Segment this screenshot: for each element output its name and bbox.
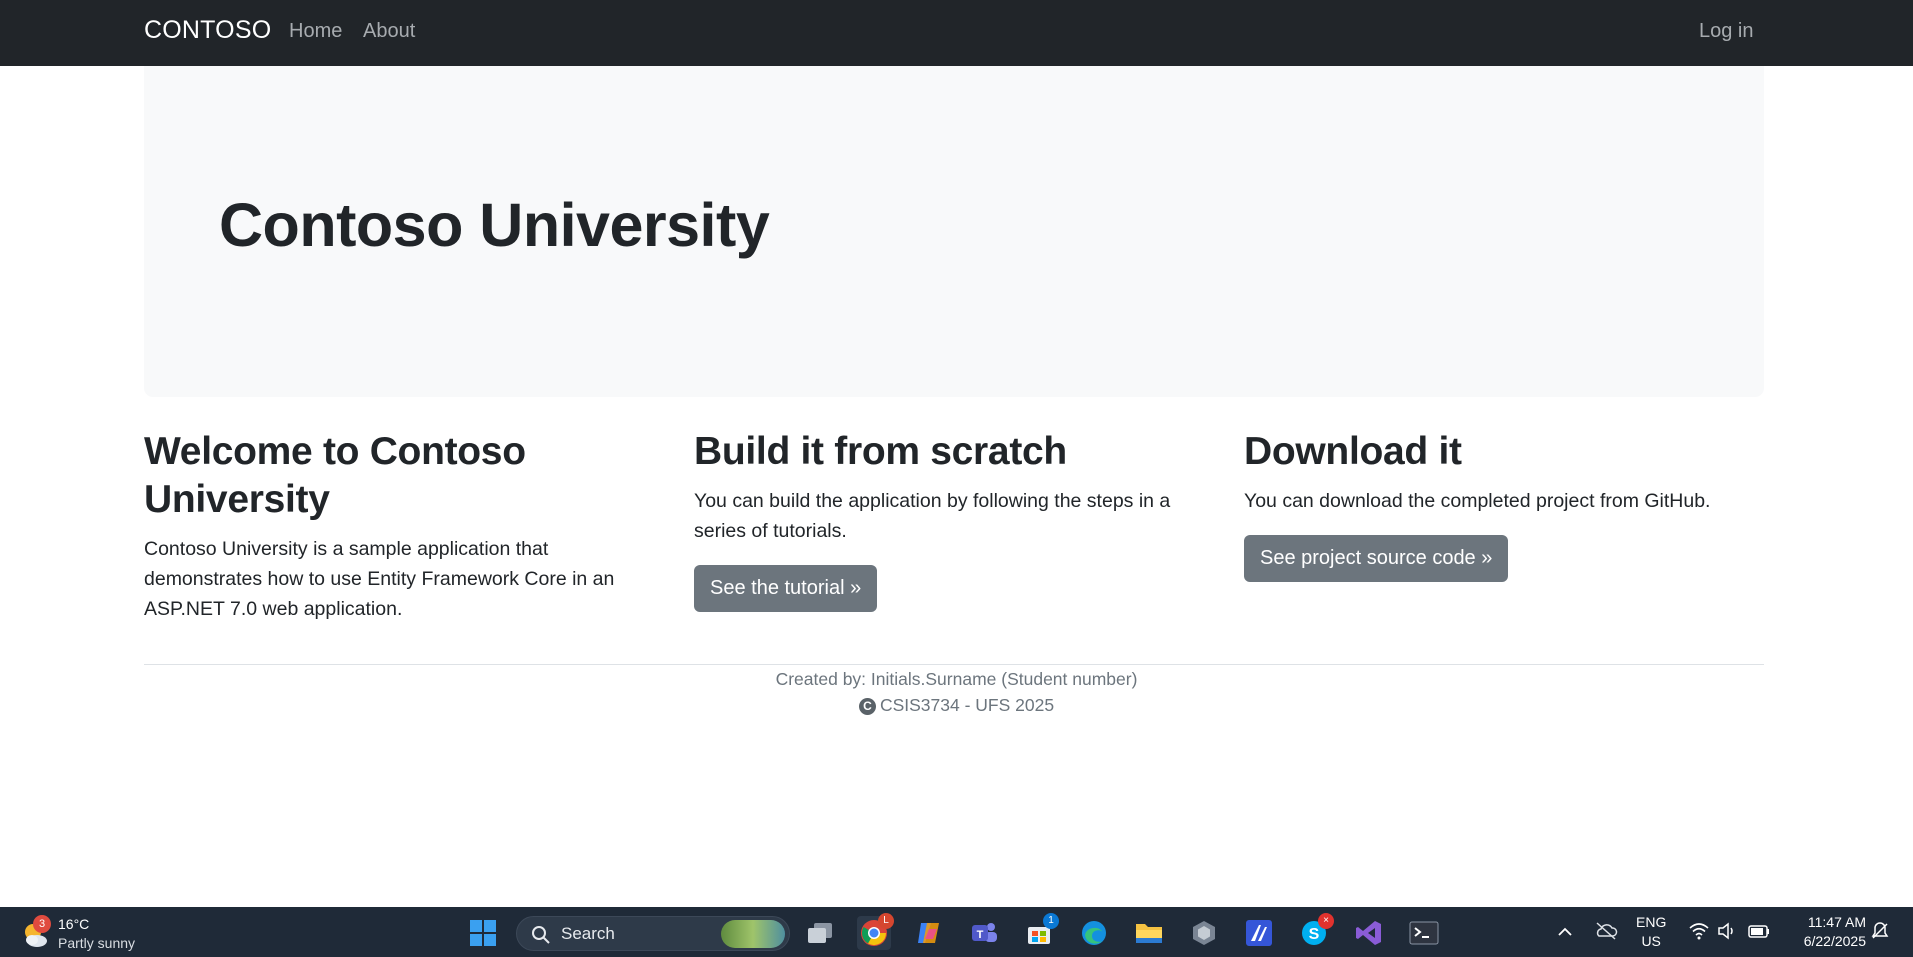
see-tutorial-button[interactable]: See the tutorial » (694, 565, 878, 612)
hero-banner: Contoso University (144, 66, 1764, 397)
footer-course: CSIS3734 - UFS 2025 (879, 695, 1055, 715)
welcome-heading: Welcome to Contoso University (144, 430, 526, 521)
task-view-icon[interactable] (803, 916, 837, 950)
footer-copyright: C CSIS3734 - UFS 2025 (0, 692, 1913, 718)
teams-icon[interactable]: T (967, 916, 1001, 950)
top-navbar: CONTOSO Home About Log in (0, 0, 1913, 66)
weather-desc: Partly sunny (58, 935, 136, 951)
page-footer: Created by: Initials.Surname (Student nu… (0, 666, 1913, 718)
language-code: ENG (1636, 914, 1667, 930)
hero-title: Contoso University (219, 191, 770, 259)
login-link[interactable]: Log in (1699, 20, 1754, 43)
skype-icon[interactable]: S × (1297, 913, 1334, 950)
chrome-badge: L (878, 913, 894, 929)
see-source-code-button[interactable]: See project source code » (1244, 535, 1509, 582)
weather-widget[interactable]: 3 16°C Partly sunny (18, 915, 178, 953)
download-text: You can download the completed project f… (1244, 490, 1711, 512)
build-heading: Build it from scratch (694, 430, 1067, 473)
search-icon (532, 926, 550, 944)
nav-about-link[interactable]: About (363, 20, 415, 43)
clock-time: 11:47 AM (1807, 914, 1866, 930)
search-label: Search (561, 924, 615, 943)
footer-divider (144, 664, 1764, 665)
language-indicator[interactable]: ENG US (1636, 913, 1666, 951)
edge-icon[interactable] (1077, 916, 1111, 950)
welcome-column: Welcome to Contoso University Contoso Un… (144, 428, 654, 624)
build-column: Build it from scratch You can build the … (694, 428, 1204, 612)
system-clock[interactable]: 11:47 AM 6/22/2025 (1780, 913, 1866, 951)
svg-text:S: S (1309, 926, 1320, 943)
visual-studio-icon[interactable] (1352, 916, 1386, 950)
microsoft-store-icon[interactable]: 1 (1022, 913, 1059, 950)
build-text: You can build the application by followi… (694, 490, 1171, 542)
battery-icon[interactable] (1747, 921, 1771, 941)
windows-taskbar: 3 16°C Partly sunny Search L T 1 S × ENG… (0, 907, 1913, 957)
onedrive-off-icon[interactable] (1594, 921, 1618, 941)
weather-temp: 16°C (58, 916, 90, 932)
azure-app-icon[interactable] (1242, 916, 1276, 950)
chrome-icon[interactable]: L (857, 913, 894, 950)
taskbar-search[interactable]: Search (516, 916, 790, 951)
wifi-icon[interactable] (1688, 921, 1710, 941)
welcome-text: Contoso University is a sample applicati… (144, 538, 615, 620)
nav-home-link[interactable]: Home (289, 20, 342, 43)
app-hexagon-icon[interactable] (1187, 916, 1221, 950)
brand-link[interactable]: CONTOSO (144, 16, 271, 45)
svg-text:T: T (977, 929, 984, 941)
download-heading: Download it (1244, 430, 1462, 473)
copyright-icon: C (858, 698, 876, 715)
file-explorer-icon[interactable] (1132, 916, 1166, 950)
download-column: Download it You can download the complet… (1244, 428, 1754, 582)
terminal-icon[interactable] (1407, 916, 1441, 950)
language-region: US (1641, 933, 1661, 949)
weather-badge: 3 (33, 915, 51, 933)
copilot-icon[interactable] (912, 916, 946, 950)
search-highlight-image (721, 920, 785, 948)
store-badge: 1 (1043, 913, 1059, 929)
notifications-bell-icon[interactable] (1870, 921, 1890, 941)
skype-notification-icon: × (1318, 913, 1334, 929)
footer-created-by: Created by: Initials.Surname (Student nu… (775, 669, 1138, 689)
windows-start-icon[interactable] (466, 916, 500, 950)
clock-date: 6/22/2025 (1803, 933, 1866, 949)
show-hidden-icons-chevron-icon[interactable] (1556, 923, 1574, 941)
volume-icon[interactable] (1716, 921, 1738, 941)
